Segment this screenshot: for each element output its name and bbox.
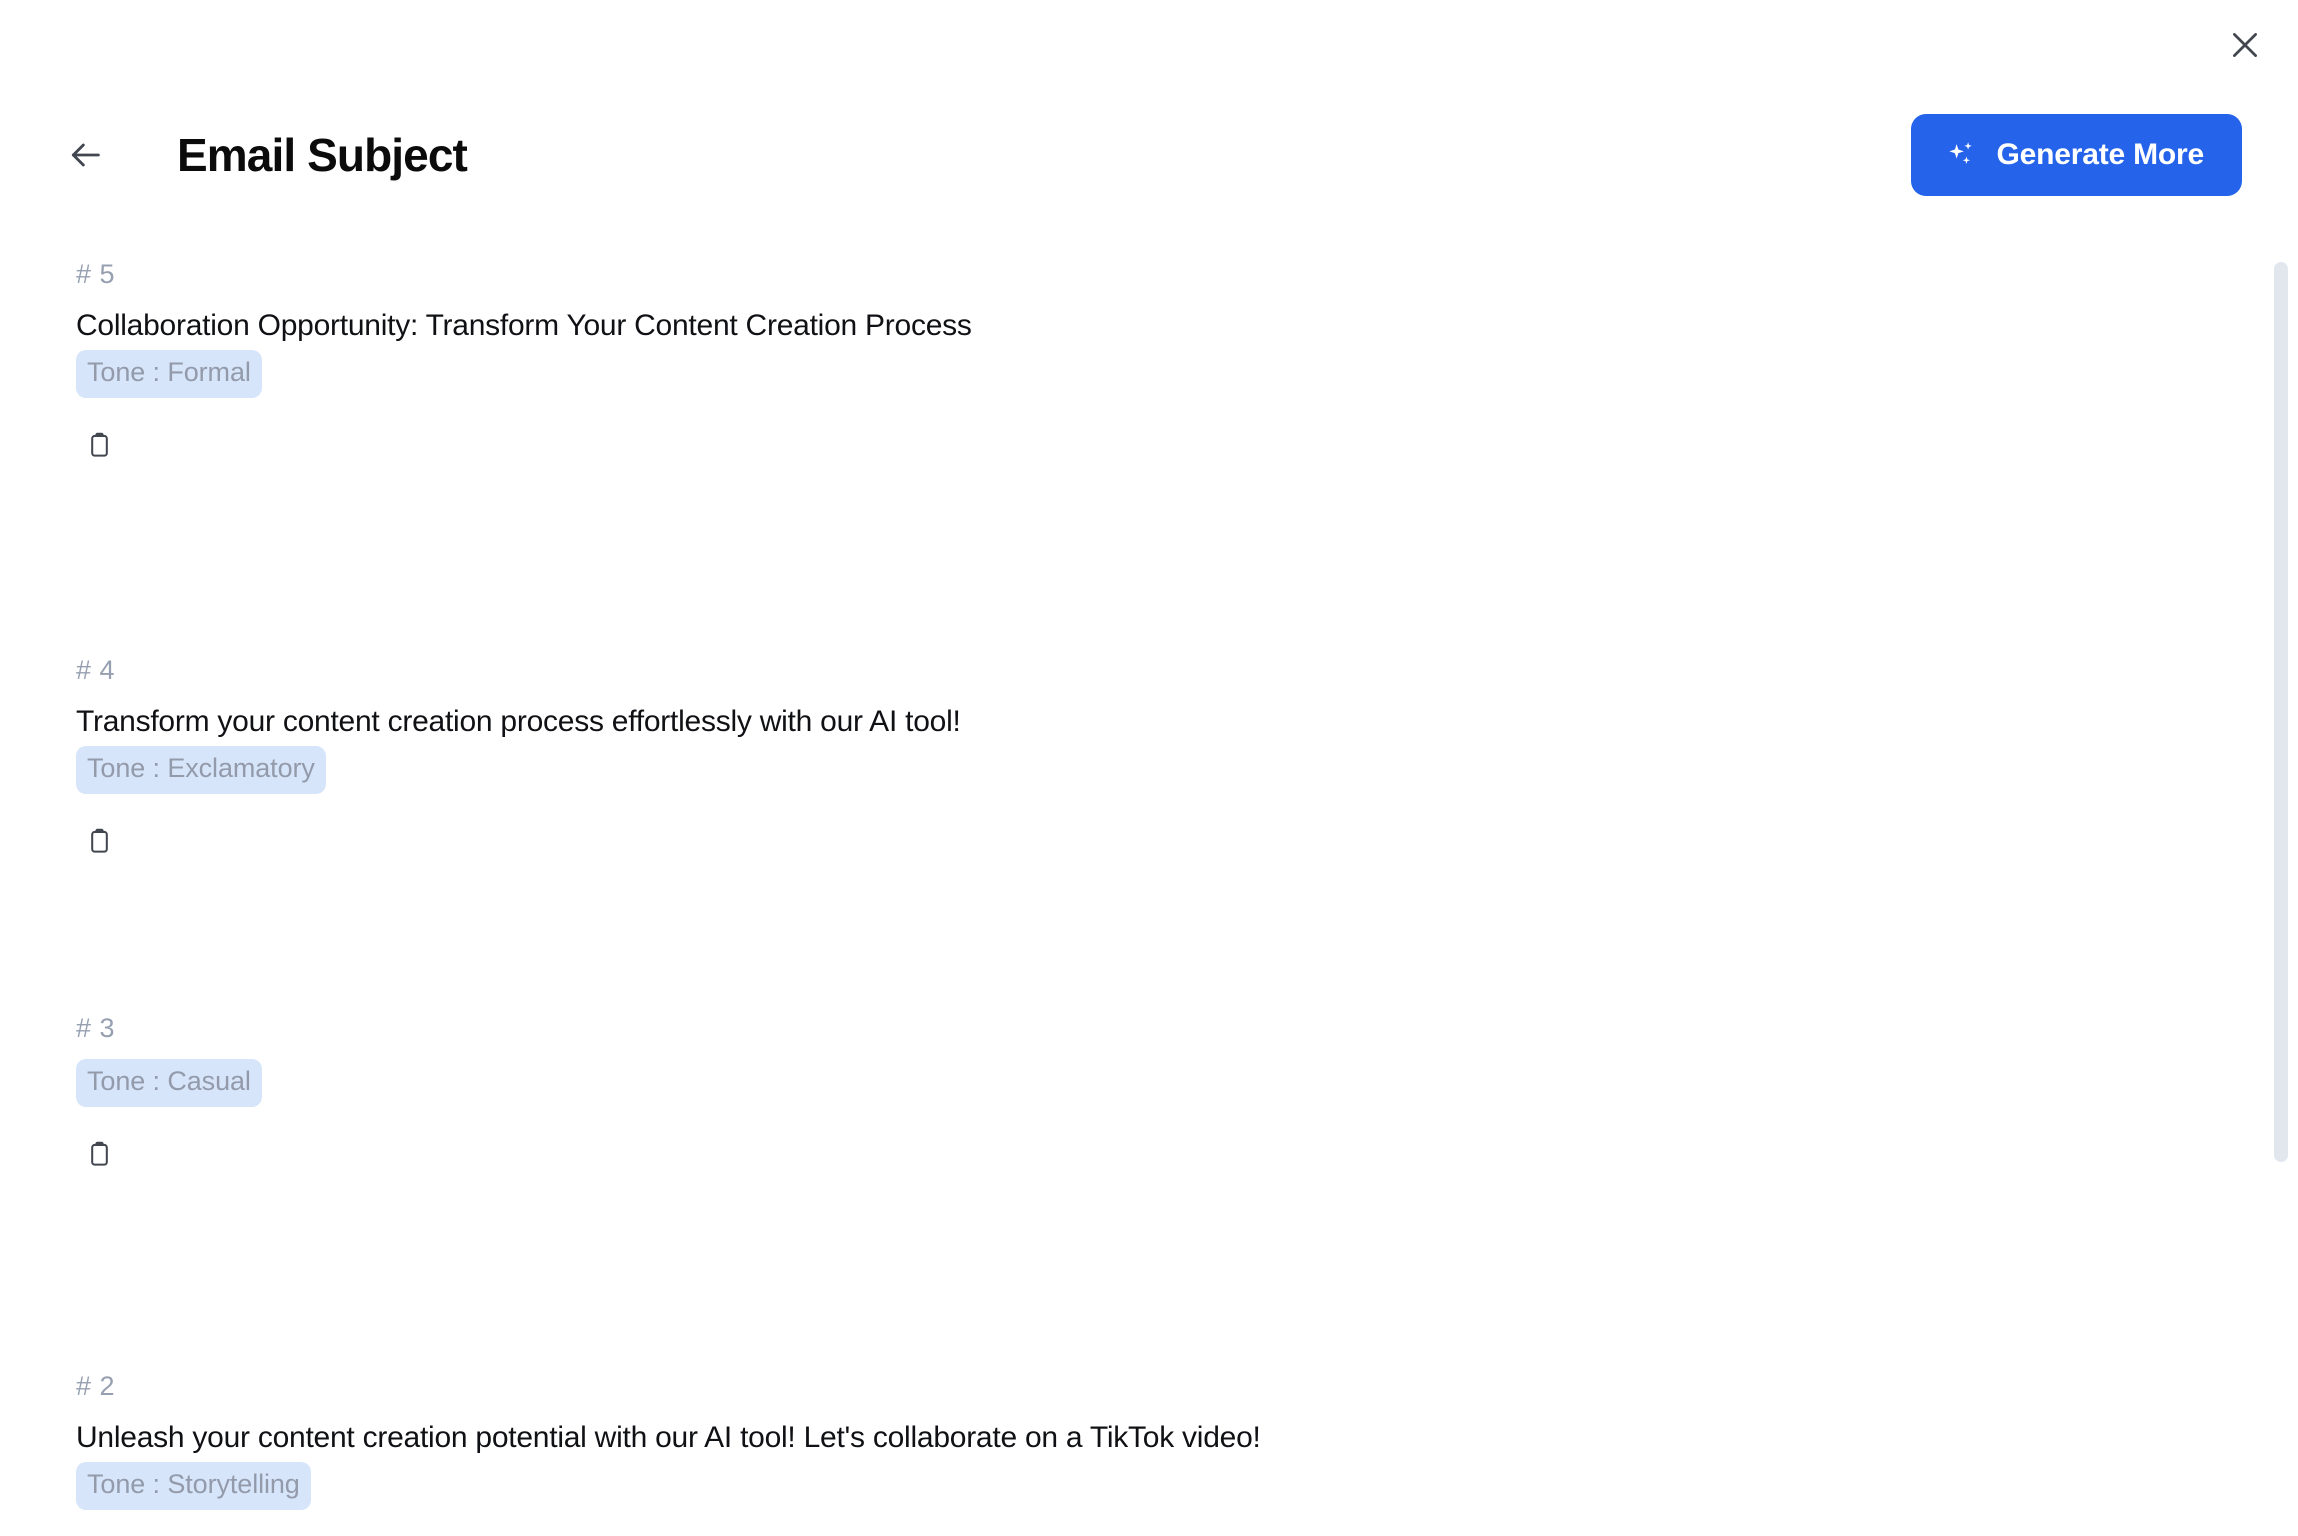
tone-badge: Tone : Casual: [76, 1059, 262, 1108]
clipboard-icon: [86, 1141, 113, 1168]
copy-button[interactable]: [76, 1131, 122, 1177]
close-button[interactable]: [2214, 14, 2276, 76]
result-index: # 5: [76, 259, 116, 289]
list-item: # 4 Transform your content creation proc…: [76, 616, 2178, 974]
scrollbar-thumb[interactable]: [2274, 262, 2288, 1162]
arrow-left-icon: [65, 135, 105, 175]
copy-row: [76, 818, 2178, 864]
clipboard-icon: [86, 828, 113, 855]
page-title: Email Subject: [177, 129, 468, 181]
result-subject-text: Transform your content creation process …: [76, 705, 961, 739]
list-item: # 5 Collaboration Opportunity: Transform…: [76, 258, 2178, 616]
back-button[interactable]: [58, 128, 112, 182]
result-subject-text: Unleash your content creation potential …: [76, 1421, 1261, 1455]
results-list[interactable]: # 5 Collaboration Opportunity: Transform…: [0, 258, 2298, 1536]
scrollbar-track[interactable]: [2274, 258, 2288, 1536]
list-item: # 2 Unleash your content creation potent…: [76, 1332, 2178, 1536]
result-subject-text: Collaboration Opportunity: Transform You…: [76, 309, 972, 343]
tone-badge: Tone : Storytelling: [76, 1462, 311, 1511]
page-header: Email Subject Generate More: [0, 100, 2298, 210]
generate-more-button[interactable]: Generate More: [1910, 114, 2242, 196]
result-index: # 4: [76, 655, 116, 685]
close-icon: [2228, 28, 2262, 62]
clipboard-icon: [86, 432, 113, 459]
list-item: # 3 Tone : Casual: [76, 974, 2178, 1332]
copy-button[interactable]: [76, 422, 122, 468]
generate-more-label: Generate More: [1996, 138, 2205, 171]
copy-button[interactable]: [76, 818, 122, 864]
tone-badge: Tone : Exclamatory: [76, 746, 326, 795]
copy-row: [76, 1131, 2178, 1177]
result-index: # 2: [76, 1371, 116, 1401]
result-index: # 3: [76, 1013, 116, 1043]
copy-row: [76, 422, 2178, 468]
tone-badge: Tone : Formal: [76, 350, 262, 399]
sparkles-icon: [1945, 138, 1979, 172]
